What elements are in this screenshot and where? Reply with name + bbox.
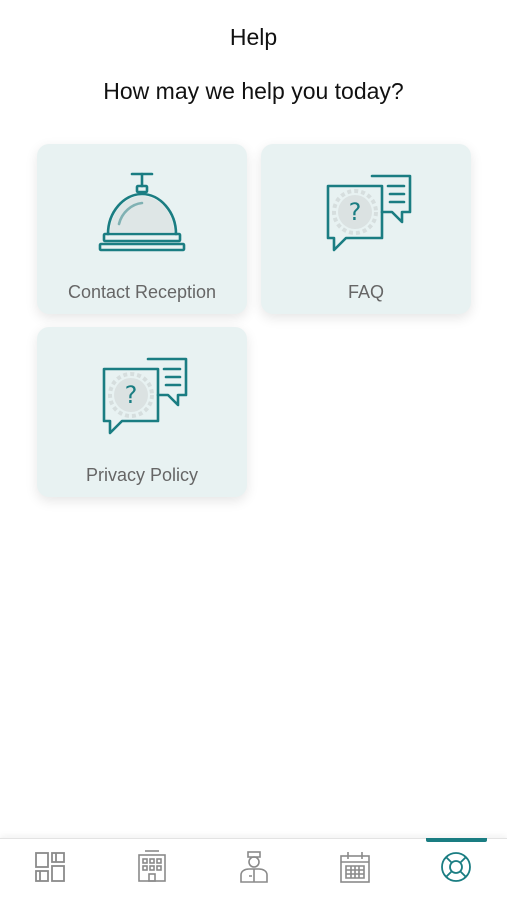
privacy-chat-icon: ? <box>92 351 192 451</box>
calendar-icon <box>338 850 372 889</box>
tab-concierge[interactable] <box>203 839 304 900</box>
tab-calendar[interactable] <box>304 839 405 900</box>
bottom-tab-bar <box>0 838 507 900</box>
lifebuoy-help-icon <box>439 850 473 889</box>
tab-dashboard[interactable] <box>0 839 101 900</box>
faq-card[interactable]: ? FAQ <box>261 144 471 314</box>
privacy-policy-card[interactable]: ? Privacy Policy <box>37 327 247 497</box>
tab-hotel[interactable] <box>101 839 202 900</box>
concierge-person-icon <box>237 850 271 889</box>
page-subtitle: How may we help you today? <box>103 78 404 104</box>
svg-text:?: ? <box>125 381 138 409</box>
contact-reception-card[interactable]: Contact Reception <box>37 144 247 314</box>
help-screen: Help How may we help you today? Contact … <box>0 0 507 900</box>
page-title: Help <box>229 24 278 50</box>
tab-help[interactable] <box>406 838 507 900</box>
hotel-building-icon <box>135 850 169 889</box>
privacy-policy-label: Privacy Policy <box>85 465 199 485</box>
faq-chat-icon: ? <box>316 168 416 268</box>
dashboard-icon <box>34 850 68 889</box>
svg-text:?: ? <box>349 198 362 226</box>
contact-reception-label: Contact Reception <box>67 282 217 302</box>
faq-label: FAQ <box>347 282 384 302</box>
reception-bell-icon <box>92 168 192 268</box>
